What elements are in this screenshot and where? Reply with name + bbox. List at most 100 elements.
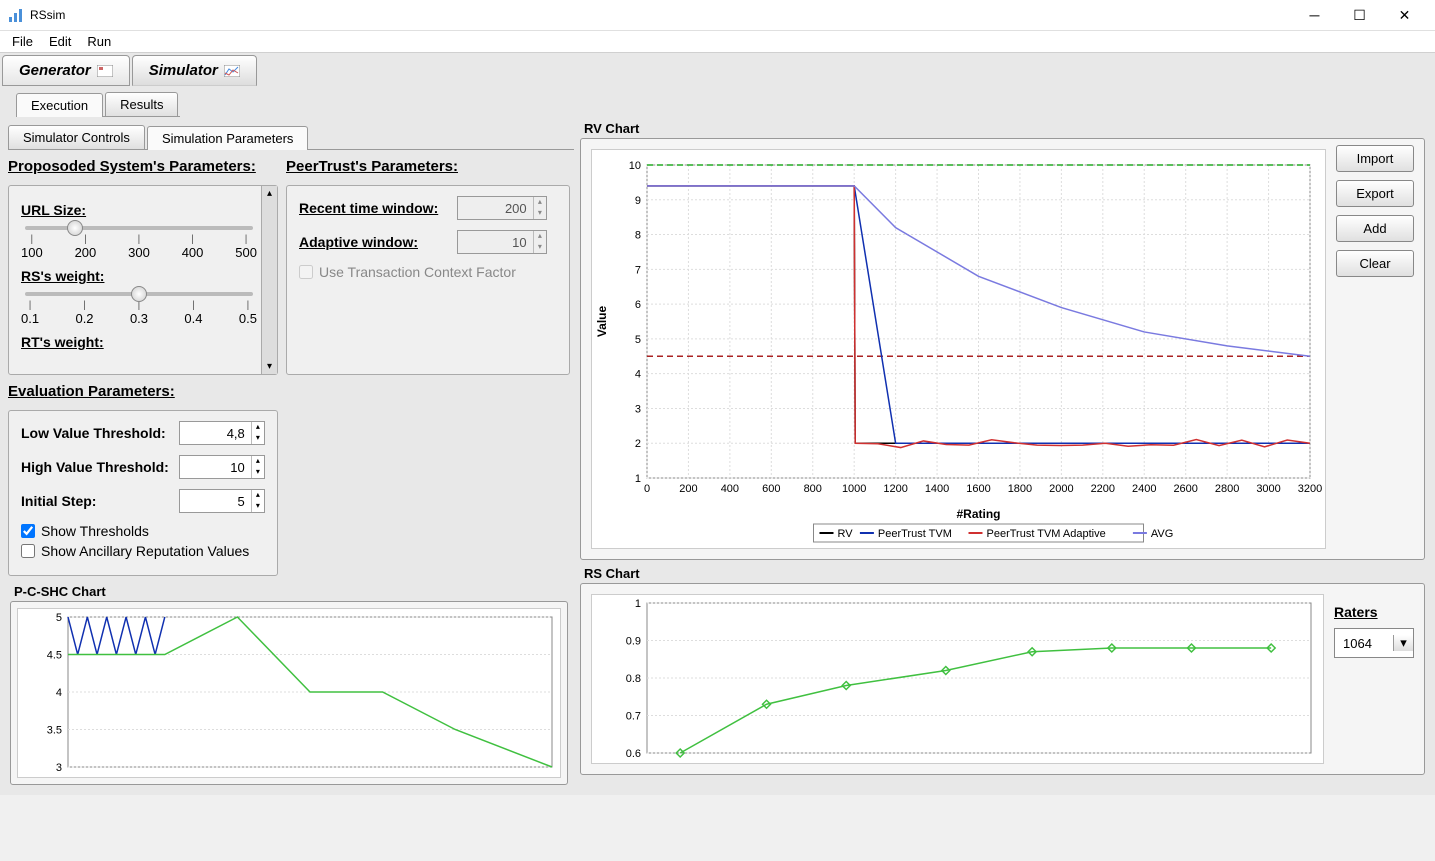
evaluation-title: Evaluation Parameters: bbox=[8, 383, 570, 400]
tab-results[interactable]: Results bbox=[105, 92, 178, 116]
rs-weight-slider[interactable]: 0.1 0.2 0.3 0.4 0.5 bbox=[21, 292, 257, 326]
low-thresh-label: Low Value Threshold: bbox=[21, 425, 171, 441]
url-size-label: URL Size: bbox=[21, 202, 257, 218]
svg-text:3000: 3000 bbox=[1256, 483, 1280, 495]
clear-button[interactable]: Clear bbox=[1336, 250, 1414, 277]
rv-chart-box: 0200400600800100012001400160018002000220… bbox=[580, 138, 1425, 560]
svg-text:1400: 1400 bbox=[925, 483, 949, 495]
initial-step-label: Initial Step: bbox=[21, 493, 171, 509]
adaptive-window-label: Adaptive window: bbox=[299, 234, 449, 250]
adaptive-window-spinner: ▴▾ bbox=[457, 230, 547, 254]
app-icon bbox=[8, 7, 24, 23]
svg-text:2: 2 bbox=[635, 438, 641, 450]
import-button[interactable]: Import bbox=[1336, 145, 1414, 172]
svg-text:600: 600 bbox=[762, 483, 780, 495]
tab-generator[interactable]: Generator bbox=[2, 55, 130, 86]
tab-generator-label: Generator bbox=[19, 62, 91, 79]
svg-text:5: 5 bbox=[635, 334, 641, 346]
tick: 0.3 bbox=[130, 300, 148, 326]
initial-step-spinner[interactable]: ▴▾ bbox=[179, 489, 265, 513]
view-tabs: Execution Results bbox=[16, 92, 180, 117]
svg-text:0: 0 bbox=[644, 483, 650, 495]
raters-select[interactable]: 1064 ▾ bbox=[1334, 628, 1414, 658]
recent-window-spinner: ▴▾ bbox=[457, 196, 547, 220]
tab-simulation-parameters[interactable]: Simulation Parameters bbox=[147, 126, 309, 150]
recent-window-label: Recent time window: bbox=[299, 200, 449, 216]
url-size-slider[interactable]: 100 200 300 400 500 bbox=[21, 226, 257, 260]
svg-text:2000: 2000 bbox=[1049, 483, 1073, 495]
svg-text:1: 1 bbox=[635, 473, 641, 485]
rs-chart: 0.60.70.80.91 bbox=[591, 594, 1324, 764]
svg-text:1600: 1600 bbox=[966, 483, 990, 495]
svg-text:2200: 2200 bbox=[1091, 483, 1115, 495]
export-button[interactable]: Export bbox=[1336, 180, 1414, 207]
window-title: RSsim bbox=[30, 8, 1292, 22]
low-thresh-spinner[interactable]: ▴▾ bbox=[179, 421, 265, 445]
rs-weight-label: RS's weight: bbox=[21, 268, 257, 284]
maximize-button[interactable]: ☐ bbox=[1337, 0, 1382, 30]
raters-value: 1064 bbox=[1335, 636, 1393, 651]
tick: 100 bbox=[21, 234, 43, 260]
tab-simulator[interactable]: Simulator bbox=[132, 55, 257, 86]
show-ancillary-checkbox[interactable]: Show Ancillary Reputation Values bbox=[21, 543, 265, 559]
rv-chart: 0200400600800100012001400160018002000220… bbox=[591, 149, 1326, 549]
peertrust-title: PeerTrust's Parameters: bbox=[286, 158, 570, 175]
tab-simulator-controls[interactable]: Simulator Controls bbox=[8, 125, 145, 149]
pcshc-chart-box: 33.544.55 bbox=[10, 601, 568, 785]
tick: 0.2 bbox=[75, 300, 93, 326]
svg-text:1000: 1000 bbox=[842, 483, 866, 495]
svg-text:8: 8 bbox=[635, 230, 641, 242]
svg-text:0.8: 0.8 bbox=[626, 673, 641, 685]
tick: 0.5 bbox=[239, 300, 257, 326]
svg-text:1800: 1800 bbox=[1008, 483, 1032, 495]
high-thresh-spinner[interactable]: ▴▾ bbox=[179, 455, 265, 479]
svg-text:0.7: 0.7 bbox=[626, 711, 641, 723]
menu-run[interactable]: Run bbox=[79, 32, 119, 51]
svg-text:3: 3 bbox=[56, 762, 62, 774]
tab-simulator-label: Simulator bbox=[149, 62, 218, 79]
svg-text:1200: 1200 bbox=[883, 483, 907, 495]
svg-text:RV: RV bbox=[838, 528, 854, 540]
tab-execution[interactable]: Execution bbox=[16, 93, 103, 117]
svg-text:0.6: 0.6 bbox=[626, 748, 641, 760]
proposed-panel: Proposoded System's Parameters: ▴▾ URL S… bbox=[8, 158, 278, 375]
svg-text:7: 7 bbox=[635, 264, 641, 276]
svg-text:3: 3 bbox=[635, 403, 641, 415]
svg-text:200: 200 bbox=[679, 483, 697, 495]
high-thresh-label: High Value Threshold: bbox=[21, 459, 171, 475]
menu-bar: File Edit Run bbox=[0, 31, 1435, 53]
svg-text:400: 400 bbox=[721, 483, 739, 495]
tick: 200 bbox=[75, 234, 97, 260]
pcshc-chart: 33.544.55 bbox=[17, 608, 561, 778]
show-thresholds-label: Show Thresholds bbox=[41, 523, 149, 539]
minimize-button[interactable]: ─ bbox=[1292, 0, 1337, 30]
chevron-down-icon: ▾ bbox=[1393, 635, 1413, 651]
use-tcf-label: Use Transaction Context Factor bbox=[319, 264, 516, 280]
use-tcf-checkbox: Use Transaction Context Factor bbox=[299, 264, 557, 280]
proposed-scrollbar[interactable]: ▴▾ bbox=[261, 186, 277, 374]
menu-file[interactable]: File bbox=[4, 32, 41, 51]
rv-chart-title: RV Chart bbox=[584, 121, 1431, 136]
tick: 500 bbox=[235, 234, 257, 260]
svg-text:1: 1 bbox=[635, 598, 641, 610]
svg-text:5: 5 bbox=[56, 612, 62, 624]
pcshc-chart-title: P-C-SHC Chart bbox=[14, 584, 574, 599]
raters-label: Raters bbox=[1334, 604, 1414, 620]
config-tabs: Simulator Controls Simulation Parameters bbox=[8, 125, 574, 150]
simulator-icon bbox=[224, 65, 240, 77]
rs-chart-box: 0.60.70.80.91 Raters 1064 ▾ bbox=[580, 583, 1425, 775]
show-ancillary-label: Show Ancillary Reputation Values bbox=[41, 543, 249, 559]
proposed-title: Proposoded System's Parameters: bbox=[8, 158, 278, 175]
titlebar: RSsim ─ ☐ ✕ bbox=[0, 0, 1435, 31]
close-button[interactable]: ✕ bbox=[1382, 0, 1427, 30]
generator-icon bbox=[97, 65, 113, 77]
menu-edit[interactable]: Edit bbox=[41, 32, 79, 51]
svg-text:2800: 2800 bbox=[1215, 483, 1239, 495]
tick: 0.1 bbox=[21, 300, 39, 326]
add-button[interactable]: Add bbox=[1336, 215, 1414, 242]
show-thresholds-checkbox[interactable]: Show Thresholds bbox=[21, 523, 265, 539]
svg-text:#Rating: #Rating bbox=[956, 507, 1000, 521]
svg-text:3.5: 3.5 bbox=[47, 725, 62, 737]
peertrust-panel: PeerTrust's Parameters: Recent time wind… bbox=[286, 158, 570, 375]
svg-text:4.5: 4.5 bbox=[47, 650, 62, 662]
